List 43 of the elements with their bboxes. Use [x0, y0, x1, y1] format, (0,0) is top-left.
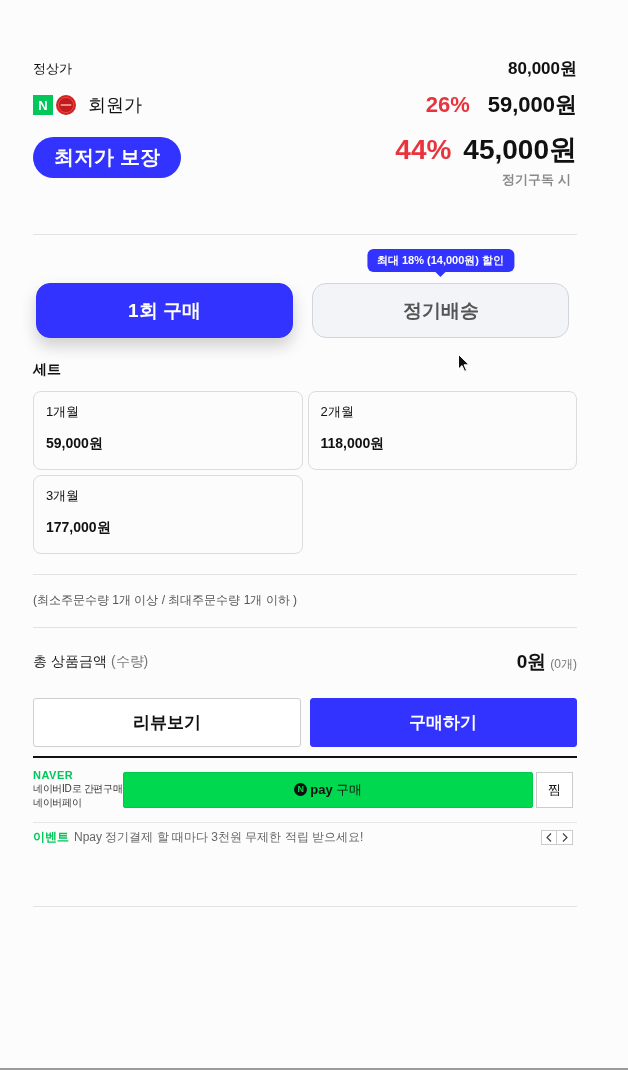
lowest-price-badge: 최저가 보장	[33, 137, 181, 178]
member-price-label: 회원가	[88, 94, 142, 117]
chevron-left-icon	[546, 832, 552, 842]
regular-price: 80,000원	[508, 58, 577, 80]
round-logo-icon	[56, 95, 76, 115]
event-text: 이벤트 Npay 정기결제 할 때마다 3천원 무제한 적립 받으세요!	[33, 829, 364, 845]
option-name: 2개월	[320, 403, 354, 421]
n-logo-icon: N	[33, 95, 53, 115]
member-price: 59,000원	[487, 91, 577, 119]
option-card[interactable]: 2개월 118,000원	[307, 391, 577, 470]
purchase-tab[interactable]: 정기배송	[312, 283, 569, 338]
mouse-pointer-icon	[458, 354, 470, 372]
buy-button[interactable]: 구매하기	[309, 698, 577, 747]
chevron-right-icon	[561, 832, 568, 842]
total-label: 총 상품금액	[33, 653, 107, 671]
naver-pay-caption: 네이버ID로 간편구매	[33, 782, 123, 796]
quantity-note: (최소주문수량 1개 이상 / 최대주문수량 1개 이하 )	[33, 592, 297, 608]
discount-tooltip: 최대 18% (14,000원) 할인	[366, 249, 515, 277]
pay-button[interactable]: N pay 구매	[123, 771, 533, 808]
wishlist-button[interactable]: 찜	[536, 771, 573, 808]
option-price: 118,000원	[320, 434, 385, 452]
review-button[interactable]: 리뷰보기	[33, 698, 301, 747]
option-price: 177,000원	[46, 518, 111, 536]
quantity-label: (수량)	[110, 653, 149, 671]
next-button[interactable]	[557, 829, 573, 845]
purchase-tab[interactable]: 1회 구매	[36, 283, 293, 338]
naver-brand: NAVER	[33, 769, 74, 782]
naver-pay-caption: 네이버페이	[33, 796, 82, 810]
total-count: (0개)	[550, 656, 577, 673]
discount-rate: 44%	[395, 133, 452, 167]
option-name: 3개월	[46, 487, 80, 505]
n-logo-icon: N	[294, 783, 308, 796]
regular-price-label: 정상가	[33, 60, 72, 78]
discount-rate: 26%	[425, 92, 470, 118]
option-card[interactable]: 3개월 177,000원	[33, 475, 303, 554]
total-amount: 0원	[516, 650, 547, 674]
subscription-price: 45,000원	[463, 133, 577, 167]
subscription-note: 정기구독 시	[502, 172, 571, 188]
option-card[interactable]: 1개월 59,000원	[33, 391, 303, 470]
prev-button[interactable]	[541, 829, 557, 845]
option-name: 1개월	[46, 403, 80, 421]
option-price: 59,000원	[46, 434, 103, 452]
option-title: 세트	[33, 361, 61, 377]
